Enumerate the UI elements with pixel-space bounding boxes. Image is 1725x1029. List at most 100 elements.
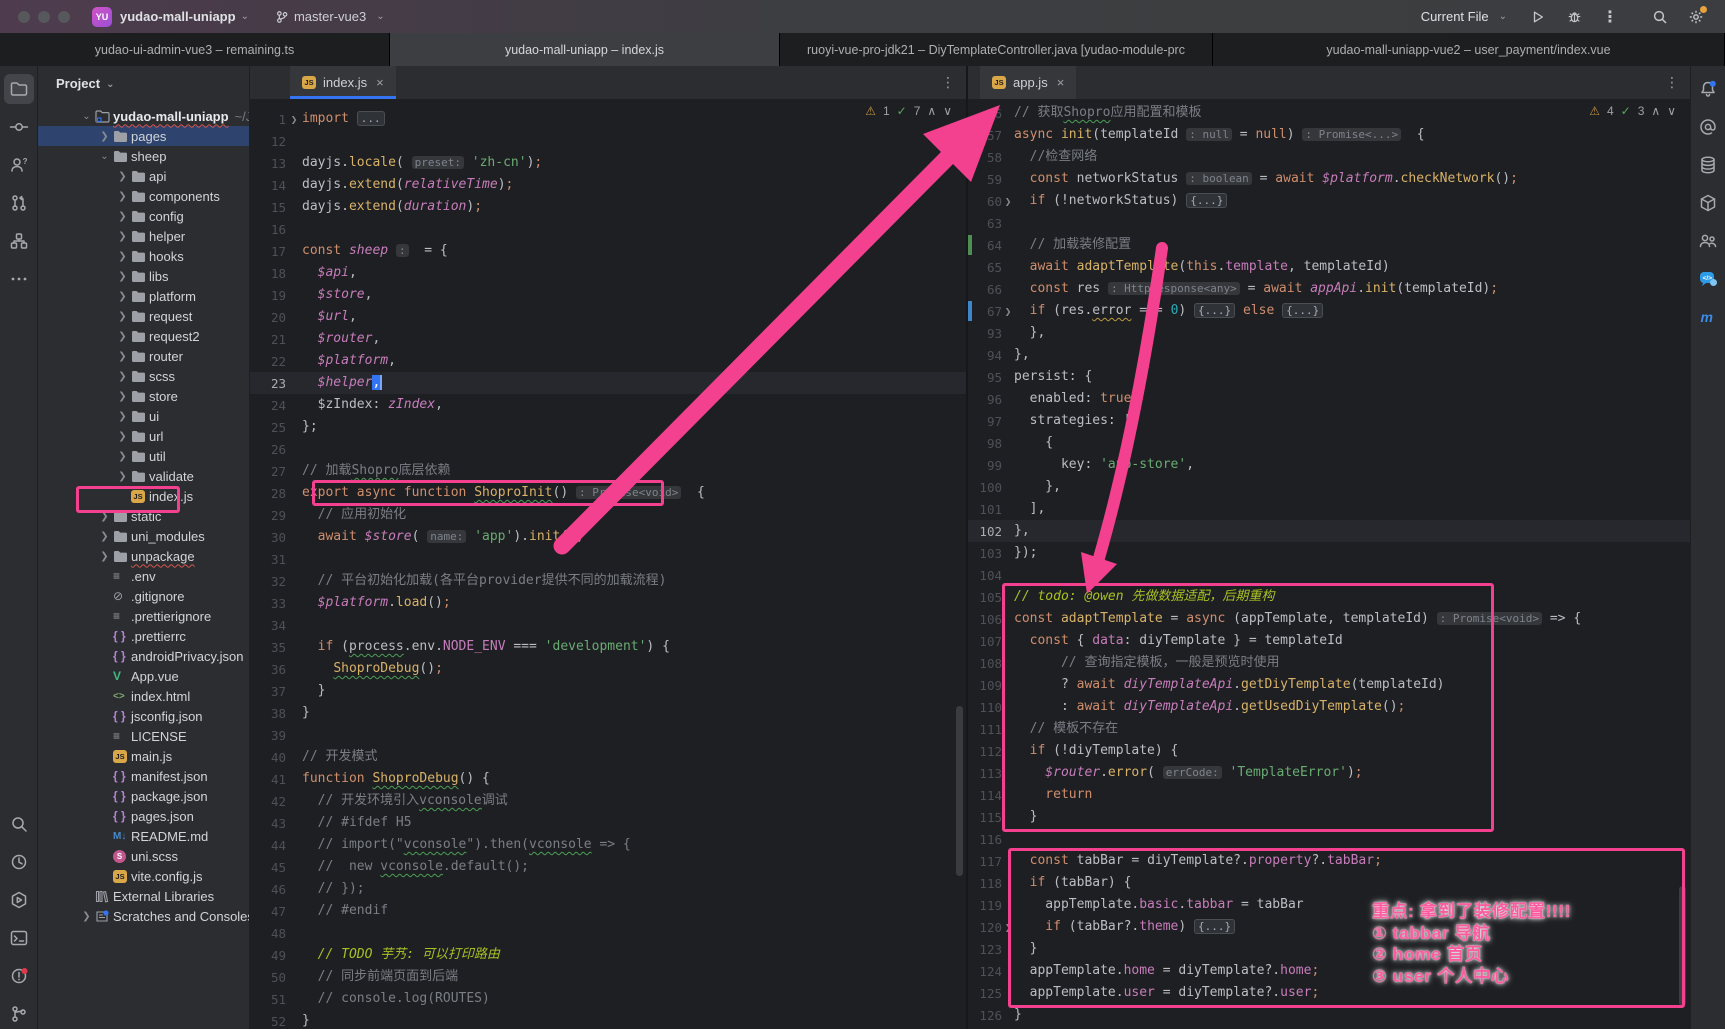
chevron-right-icon[interactable]: ❯: [96, 131, 113, 142]
code-line-100[interactable]: 100 },: [968, 476, 1690, 498]
chevron-right-icon[interactable]: ❯: [114, 211, 131, 222]
code-line-39[interactable]: 39: [250, 724, 966, 746]
prev-problem-icon[interactable]: ∧: [1651, 104, 1660, 118]
tree-item-api[interactable]: ❯api: [38, 166, 249, 186]
code-line-59[interactable]: 59 const networkStatus : boolean = await…: [968, 168, 1690, 190]
tree-item-helper[interactable]: ❯helper: [38, 226, 249, 246]
chevron-right-icon[interactable]: ❯: [96, 511, 113, 522]
window-tab-2[interactable]: ruoyi-vue-pro-jdk21 – DiyTemplateControl…: [780, 33, 1213, 66]
mars-assistant-icon[interactable]: m: [1693, 302, 1723, 332]
chevron-right-icon[interactable]: ❯: [114, 251, 131, 262]
next-problem-icon[interactable]: ∨: [943, 104, 952, 118]
code-line-111[interactable]: 111 // 模板不存在: [968, 718, 1690, 740]
prev-problem-icon[interactable]: ∧: [927, 104, 936, 118]
code-line-13[interactable]: 13dayjs.locale( preset: 'zh-cn');: [250, 152, 966, 174]
code-line-43[interactable]: 43 // #ifdef H5: [250, 812, 966, 834]
notifications-icon[interactable]: [1693, 74, 1723, 104]
tree-item-index.js[interactable]: JSindex.js: [38, 486, 249, 506]
code-line-107[interactable]: 107 const { data: diyTemplate } = templa…: [968, 630, 1690, 652]
code-line-14[interactable]: 14dayjs.extend(relativeTime);: [250, 174, 966, 196]
tree-item-External-Libraries[interactable]: External Libraries: [38, 886, 249, 906]
chevron-right-icon[interactable]: ❯: [96, 531, 113, 542]
code-line-95[interactable]: 95persist: {: [968, 366, 1690, 388]
code-line-58[interactable]: 58 //检查网络: [968, 146, 1690, 168]
tree-item-.prettierrc[interactable]: { }.prettierrc: [38, 626, 249, 646]
code-line-45[interactable]: 45 // new vconsole.default();: [250, 856, 966, 878]
code-line-97[interactable]: 97 strategies: [: [968, 410, 1690, 432]
run-button[interactable]: [1529, 8, 1547, 26]
code-line-34[interactable]: 34: [250, 614, 966, 636]
tree-item-static[interactable]: ❯static: [38, 506, 249, 526]
branch-selector[interactable]: master-vue3 ⌄: [275, 9, 389, 24]
search-icon[interactable]: [1651, 8, 1669, 26]
code-line-21[interactable]: 21 $router,: [250, 328, 966, 350]
chevron-right-icon[interactable]: ❯: [114, 171, 131, 182]
code-line-94[interactable]: 94},: [968, 344, 1690, 366]
code-line-29[interactable]: 29 // 应用初始化: [250, 504, 966, 526]
code-line-124[interactable]: 124 appTemplate.home = diyTemplate?.home…: [968, 960, 1690, 982]
tree-item-platform[interactable]: ❯platform: [38, 286, 249, 306]
services-icon[interactable]: [4, 885, 34, 915]
tree-item-README.md[interactable]: M↓README.md: [38, 826, 249, 846]
code-line-60[interactable]: 60❯ if (!networkStatus) {...}: [968, 190, 1690, 212]
code-line-98[interactable]: 98 {: [968, 432, 1690, 454]
code-line-23[interactable]: 23 $helper,: [250, 372, 966, 394]
fold-icon[interactable]: ❯: [1002, 921, 1014, 934]
chevron-down-icon[interactable]: ⌄: [96, 151, 113, 162]
terminal-icon[interactable]: [4, 923, 34, 953]
code-line-118[interactable]: 118 if (tabBar) {: [968, 872, 1690, 894]
dependencies-icon[interactable]: [1693, 188, 1723, 218]
code-line-67[interactable]: 67❯ if (res.error === 0) {...} else {...…: [968, 300, 1690, 322]
code-line-101[interactable]: 101 ],: [968, 498, 1690, 520]
tree-item-vite.config.js[interactable]: JSvite.config.js: [38, 866, 249, 886]
project-name-menu[interactable]: yudao-mall-uniapp: [120, 9, 236, 24]
tree-item-store[interactable]: ❯store: [38, 386, 249, 406]
tree-item-validate[interactable]: ❯validate: [38, 466, 249, 486]
code-line-63[interactable]: 63: [968, 212, 1690, 234]
tree-item-unpackage[interactable]: ❯unpackage: [38, 546, 249, 566]
fold-icon[interactable]: ❯: [1002, 195, 1014, 208]
tree-item-request[interactable]: ❯request: [38, 306, 249, 326]
code-line-57[interactable]: 57async init(templateId : null = null) :…: [968, 124, 1690, 146]
chat-assistant-icon[interactable]: </>: [1693, 264, 1723, 294]
tree-item-libs[interactable]: ❯libs: [38, 266, 249, 286]
code-line-106[interactable]: 106const adaptTemplate = async (appTempl…: [968, 608, 1690, 630]
tree-item-uni-modules[interactable]: ❯uni_modules: [38, 526, 249, 546]
tree-item-.prettierignore[interactable]: ≡.prettierignore: [38, 606, 249, 626]
window-controls[interactable]: [18, 11, 70, 23]
tree-item-yudao-mall-uniapp[interactable]: ⌄yudao-mall-uniapp~/Java/yud: [38, 106, 249, 126]
code-line-12[interactable]: 12: [250, 130, 966, 152]
code-line-93[interactable]: 93 },: [968, 322, 1690, 344]
chevron-right-icon[interactable]: ❯: [114, 391, 131, 402]
more-icon[interactable]: ⋮: [1601, 8, 1619, 26]
maximize-window-icon[interactable]: [58, 11, 70, 23]
code-line-115[interactable]: 115 }: [968, 806, 1690, 828]
close-window-icon[interactable]: [18, 11, 30, 23]
code-area[interactable]: 1❯import ...1213dayjs.locale( preset: 'z…: [250, 100, 966, 1029]
code-line-30[interactable]: 30 await $store( name: 'app').init();: [250, 526, 966, 548]
code-line-117[interactable]: 117 const tabBar = diyTemplate?.property…: [968, 850, 1690, 872]
structure-icon[interactable]: [4, 226, 34, 256]
window-tab-1[interactable]: yudao-mall-uniapp – index.js: [390, 33, 780, 66]
code-line-66[interactable]: 66 const res : HttpResponse<any> = await…: [968, 278, 1690, 300]
tree-item-main.js[interactable]: JSmain.js: [38, 746, 249, 766]
tree-item-scss[interactable]: ❯scss: [38, 366, 249, 386]
code-line-25[interactable]: 25};: [250, 416, 966, 438]
code-line-52[interactable]: 52}: [250, 1010, 966, 1029]
chevron-right-icon[interactable]: ❯: [114, 311, 131, 322]
code-line-24[interactable]: 24 $zIndex: zIndex,: [250, 394, 966, 416]
code-line-112[interactable]: 112 if (!diyTemplate) {: [968, 740, 1690, 762]
code-line-126[interactable]: 126}: [968, 1004, 1690, 1026]
tree-item-.env[interactable]: ≡.env: [38, 566, 249, 586]
code-line-114[interactable]: 114 return: [968, 784, 1690, 806]
editor-pane-app-js[interactable]: JSapp.js×⋮ ⚠4✓3∧∨ 56// 获取Shopro应用配置和模板57…: [968, 66, 1690, 1029]
chevron-right-icon[interactable]: ❯: [114, 411, 131, 422]
code-line-120[interactable]: 120❯ if (tabBar?.theme) {...}: [968, 916, 1690, 938]
project-icon[interactable]: [4, 74, 34, 104]
code-line-35[interactable]: 35 if (process.env.NODE_ENV === 'develop…: [250, 636, 966, 658]
inspections-widget[interactable]: ⚠4✓3∧∨: [1589, 104, 1676, 118]
code-line-16[interactable]: 16: [250, 218, 966, 240]
code-line-32[interactable]: 32 // 平台初始化加载(各平台provider提供不同的加载流程): [250, 570, 966, 592]
tree-item-jsconfig.json[interactable]: { }jsconfig.json: [38, 706, 249, 726]
tree-item-pages[interactable]: ❯pages: [38, 126, 249, 146]
